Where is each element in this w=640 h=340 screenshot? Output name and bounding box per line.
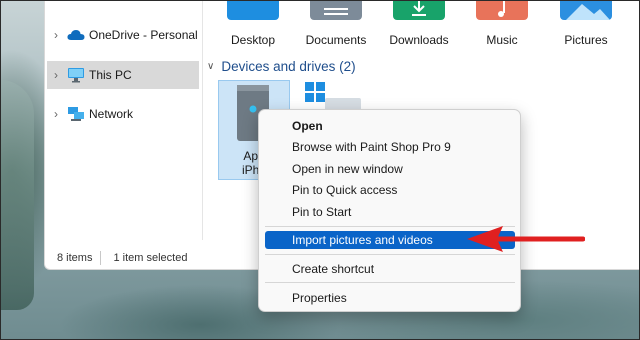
onedrive-cloud-icon: [65, 27, 87, 43]
nav-item-this-pc[interactable]: › This PC: [47, 61, 199, 89]
nav-item-label: Network: [89, 107, 134, 121]
desktop-folder-icon: [227, 0, 279, 20]
status-selection: 1 item selected: [113, 252, 188, 264]
pictures-folder-icon: [560, 0, 612, 20]
menu-item-properties[interactable]: Properties: [265, 288, 515, 308]
nav-item-label: OneDrive - Personal: [89, 28, 198, 42]
menu-item-browse-paint-shop[interactable]: Browse with Paint Shop Pro 9: [265, 137, 515, 157]
network-icon: [65, 106, 87, 122]
chevron-down-icon[interactable]: ∨: [207, 61, 214, 72]
red-arrow-annotation: [467, 226, 585, 252]
folder-label: Pictures: [564, 33, 608, 47]
folder-label: Downloads: [389, 33, 449, 47]
folder-label: Desktop: [230, 33, 276, 47]
folder-desktop[interactable]: Desktop: [215, 0, 291, 52]
chevron-right-icon[interactable]: ›: [47, 107, 65, 121]
wallpaper-tree: [0, 80, 34, 310]
menu-item-open-new-window[interactable]: Open in new window: [265, 159, 515, 179]
folder-label: Documents: [305, 33, 367, 47]
chevron-right-icon[interactable]: ›: [47, 28, 65, 42]
downloads-folder-icon: [393, 0, 445, 20]
folder-pictures[interactable]: Pictures: [548, 0, 624, 52]
navigation-pane: › OneDrive - Personal › This PC › Networ…: [45, 0, 203, 240]
context-menu: Open Browse with Paint Shop Pro 9 Open i…: [258, 109, 521, 312]
nav-item-onedrive[interactable]: › OneDrive - Personal: [47, 21, 199, 49]
this-pc-monitor-icon: [65, 67, 87, 83]
menu-item-create-shortcut[interactable]: Create shortcut: [265, 259, 515, 279]
folder-label: Music: [486, 33, 518, 47]
menu-item-open[interactable]: Open: [265, 116, 515, 136]
music-folder-icon: [476, 0, 528, 20]
documents-folder-icon: [310, 0, 362, 20]
folder-documents[interactable]: Documents: [298, 0, 374, 52]
devices-section-header[interactable]: ∨ Devices and drives (2): [207, 56, 356, 76]
menu-item-pin-quick-access[interactable]: Pin to Quick access: [265, 180, 515, 200]
status-item-count: 8 items: [57, 252, 93, 264]
nav-item-network[interactable]: › Network: [47, 100, 199, 128]
menu-item-pin-to-start[interactable]: Pin to Start: [265, 202, 515, 222]
section-header-label: Devices and drives (2): [221, 58, 356, 74]
folder-downloads[interactable]: Downloads: [381, 0, 457, 52]
nav-item-label: This PC: [89, 68, 132, 82]
folder-music[interactable]: Music: [464, 0, 540, 52]
menu-separator: [265, 282, 515, 283]
chevron-right-icon[interactable]: ›: [47, 68, 65, 82]
